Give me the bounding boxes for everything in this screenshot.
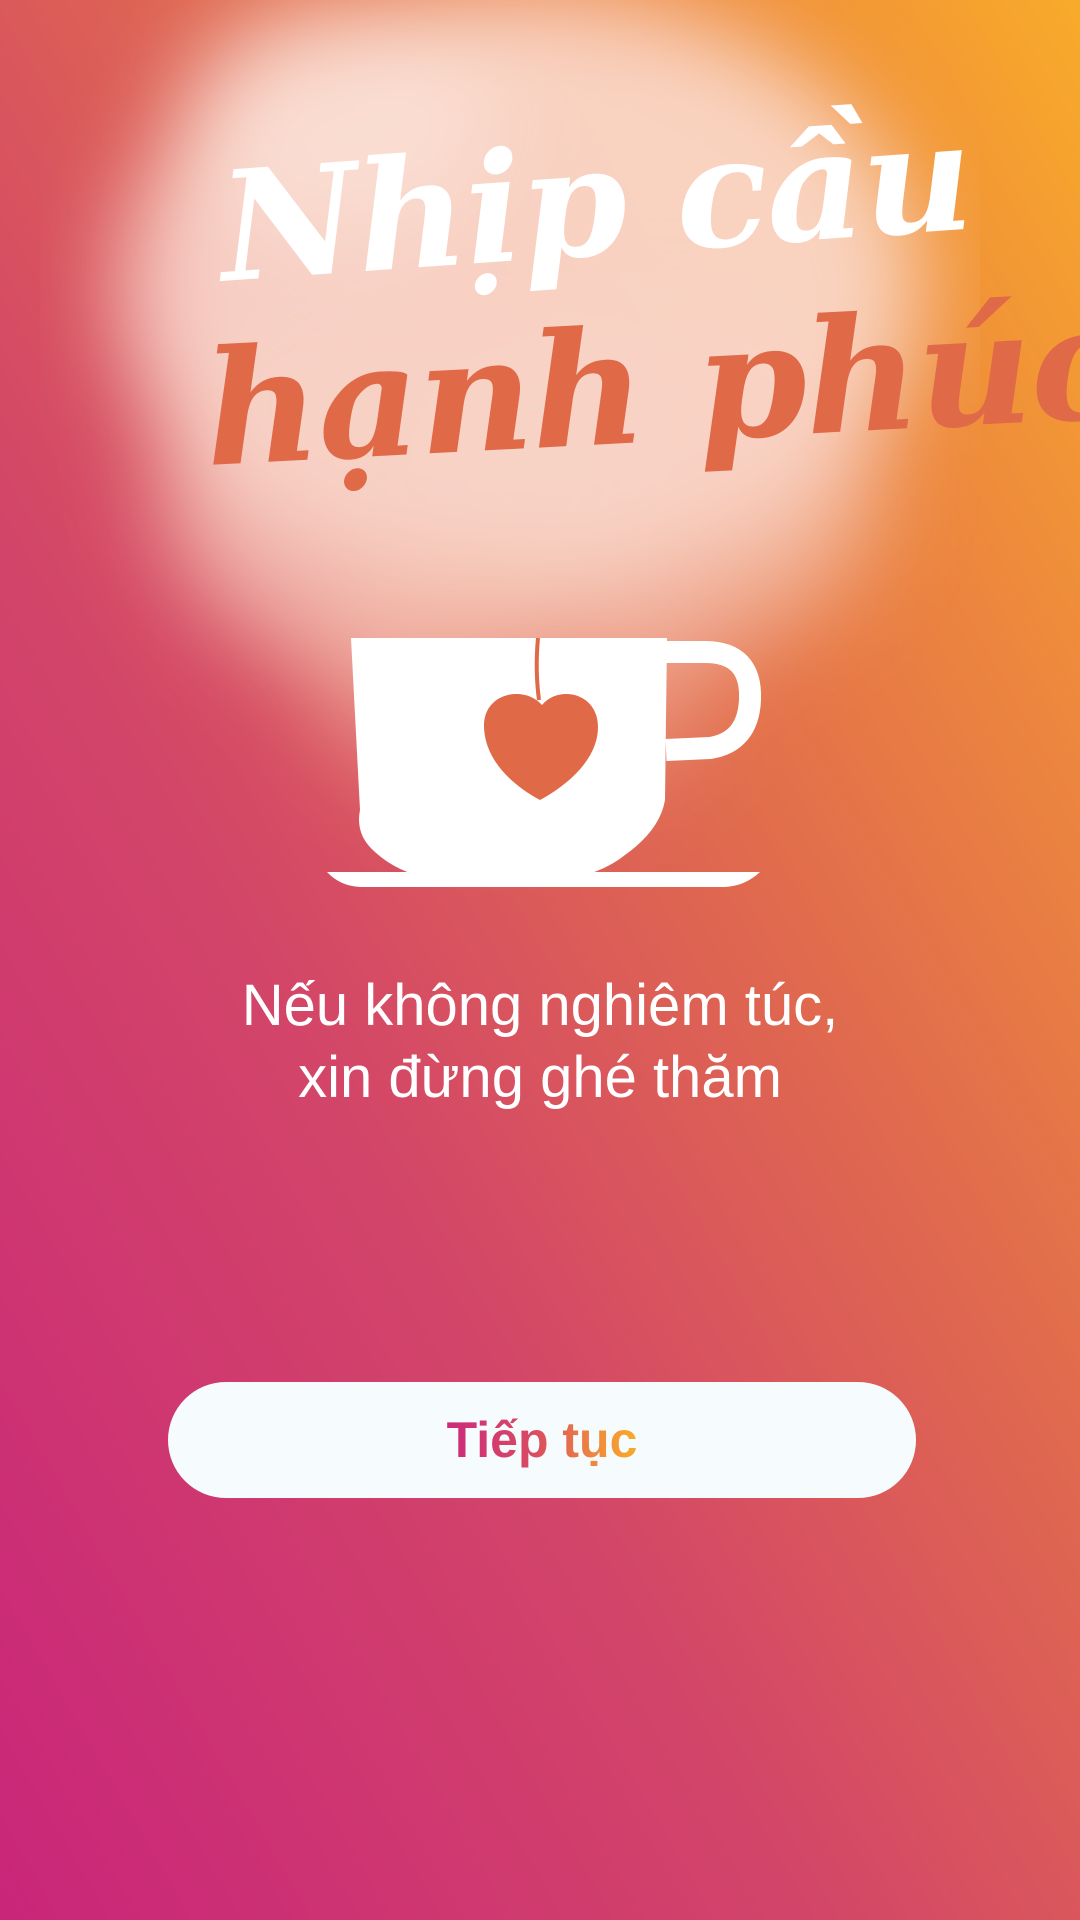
continue-button[interactable]: Tiếp tục bbox=[168, 1382, 916, 1498]
app-title-line-1: Nhịp cầu bbox=[213, 85, 977, 317]
tagline-line-2: xin đừng ghé thăm bbox=[298, 1045, 782, 1110]
app-title: Nhịp cầu hạnh phúc bbox=[0, 0, 1080, 560]
welcome-screen: Nhịp cầu hạnh phúc Nếu không nghiêm túc,… bbox=[0, 0, 1080, 1920]
tagline-line-1: Nếu không nghiêm túc, bbox=[241, 973, 839, 1038]
continue-button-label: Tiếp tục bbox=[446, 1412, 638, 1468]
tea-cup-heart-icon bbox=[327, 637, 762, 887]
